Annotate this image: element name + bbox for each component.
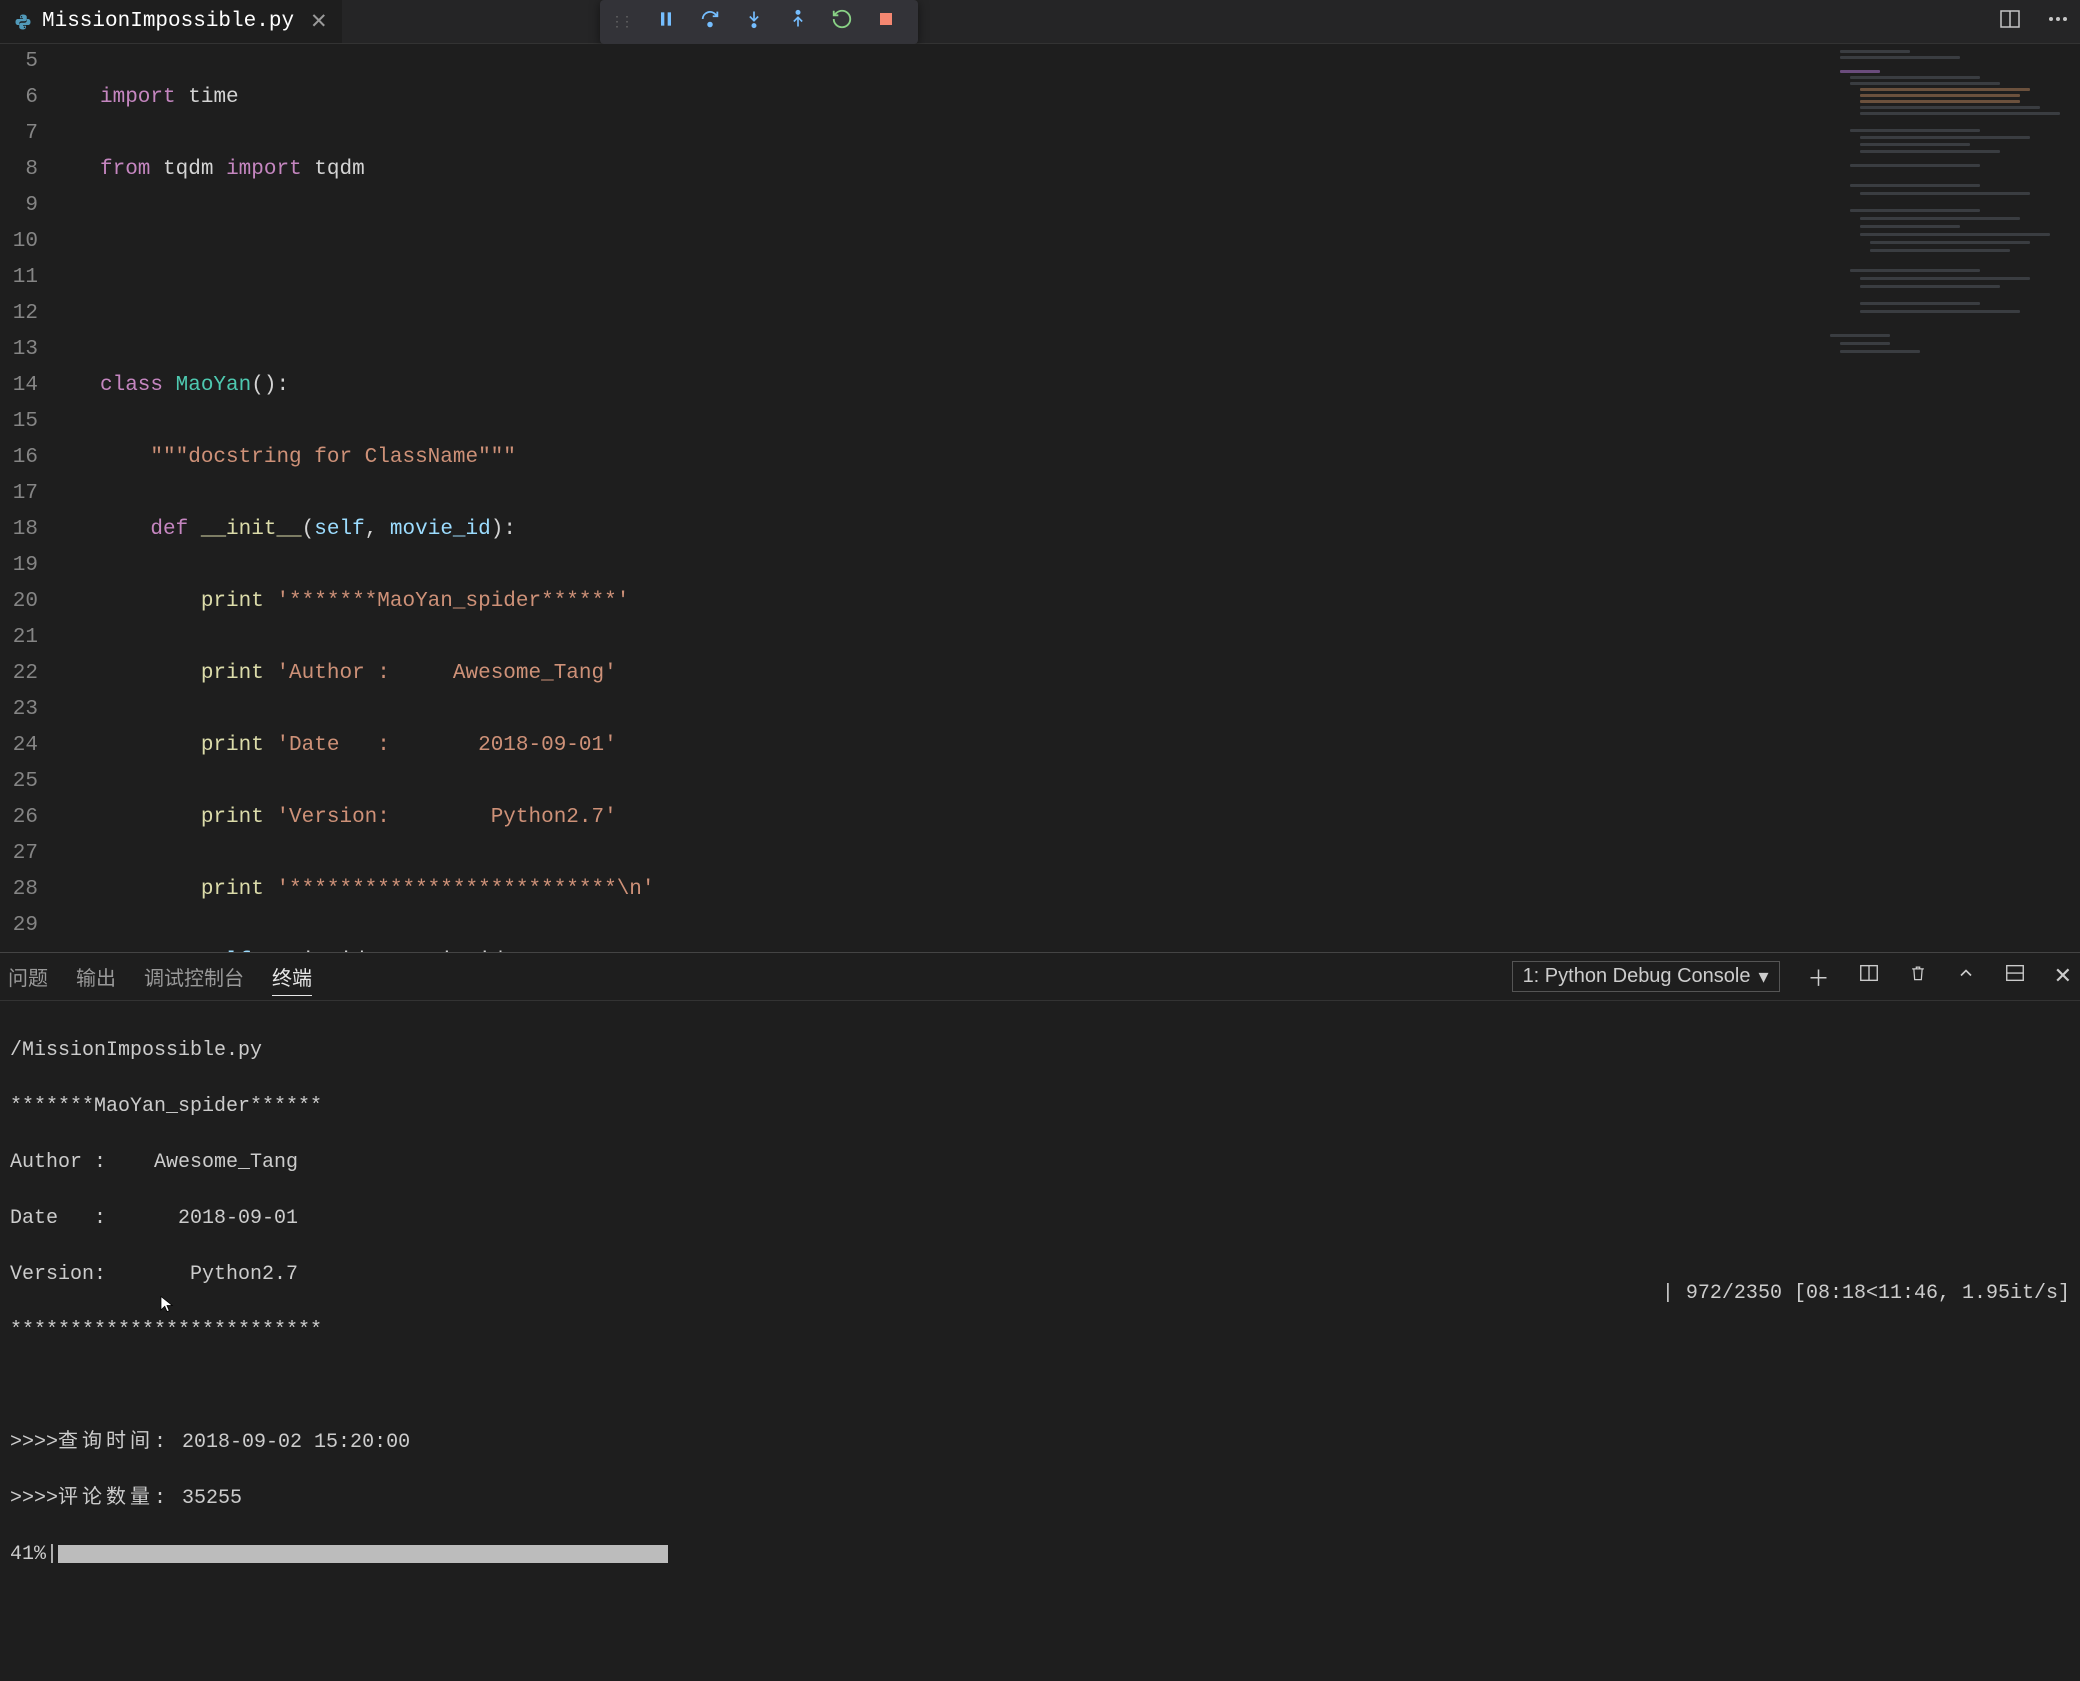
- mouse-cursor-icon: [158, 1292, 176, 1316]
- editor-tab-bar: MissionImpossible.py ✕: [0, 0, 2080, 44]
- terminal-line: >>>>评论数量: 35255: [10, 1485, 2070, 1513]
- stop-button[interactable]: [864, 10, 908, 35]
- tab-problems[interactable]: 问题: [8, 958, 48, 995]
- more-actions-icon[interactable]: [2046, 7, 2070, 38]
- pause-button[interactable]: [644, 9, 688, 36]
- code-content[interactable]: import time from tqdm import tqdm class …: [56, 44, 2080, 952]
- split-editor-icon[interactable]: [1998, 7, 2022, 38]
- python-file-icon: [14, 13, 32, 31]
- maximize-panel-button[interactable]: [2004, 962, 2026, 991]
- editor-actions: [1998, 0, 2070, 44]
- tab-terminal[interactable]: 终端: [272, 958, 312, 996]
- dropdown-icon: ▾: [1759, 964, 1769, 989]
- split-terminal-button[interactable]: [1858, 962, 1880, 991]
- debug-toolbar[interactable]: ⋮⋮: [600, 0, 918, 44]
- terminal-line: Date : 2018-09-01: [10, 1205, 2070, 1233]
- bottom-panel: 问题 输出 调试控制台 终端 1: Python Debug Console ▾…: [0, 952, 2080, 1312]
- terminal-line: *******MaoYan_spider******: [10, 1093, 2070, 1121]
- terminal-progress-line: 41%|: [10, 1541, 2070, 1569]
- code-editor[interactable]: 5678910111213141516171819202122232425262…: [0, 44, 2080, 952]
- step-over-button[interactable]: [688, 8, 732, 37]
- terminal-content[interactable]: /MissionImpossible.py *******MaoYan_spid…: [0, 1001, 2080, 1312]
- step-out-button[interactable]: [776, 9, 820, 36]
- new-terminal-button[interactable]: ＋: [1808, 961, 1830, 993]
- close-tab-icon[interactable]: ✕: [304, 9, 328, 35]
- restart-button[interactable]: [820, 8, 864, 37]
- tab-output[interactable]: 输出: [76, 958, 116, 995]
- tab-debug-console[interactable]: 调试控制台: [144, 958, 244, 995]
- line-gutter: 5678910111213141516171819202122232425262…: [0, 44, 56, 952]
- terminal-select[interactable]: 1: Python Debug Console ▾: [1512, 961, 1780, 992]
- file-tab-label: MissionImpossible.py: [42, 10, 294, 33]
- terminal-line: [10, 1373, 2070, 1401]
- terminal-progress-stats: | 972/2350 [08:18<11:46, 1.95it/s]: [1662, 1280, 2070, 1308]
- terminal-line: >>>>查询时间: 2018-09-02 15:20:00: [10, 1429, 2070, 1457]
- step-into-button[interactable]: [732, 9, 776, 36]
- terminal-line: /MissionImpossible.py: [10, 1037, 2070, 1065]
- terminal-line: Author : Awesome_Tang: [10, 1149, 2070, 1177]
- collapse-panel-button[interactable]: [1956, 963, 1976, 990]
- file-tab[interactable]: MissionImpossible.py ✕: [0, 0, 342, 43]
- panel-tab-bar: 问题 输出 调试控制台 终端 1: Python Debug Console ▾…: [0, 953, 2080, 1001]
- drag-grip-icon[interactable]: ⋮⋮: [610, 14, 630, 31]
- close-panel-button[interactable]: ✕: [2054, 964, 2072, 990]
- minimap[interactable]: [1830, 44, 2080, 952]
- kill-terminal-button[interactable]: [1908, 962, 1928, 991]
- terminal-line: **************************: [10, 1317, 2070, 1345]
